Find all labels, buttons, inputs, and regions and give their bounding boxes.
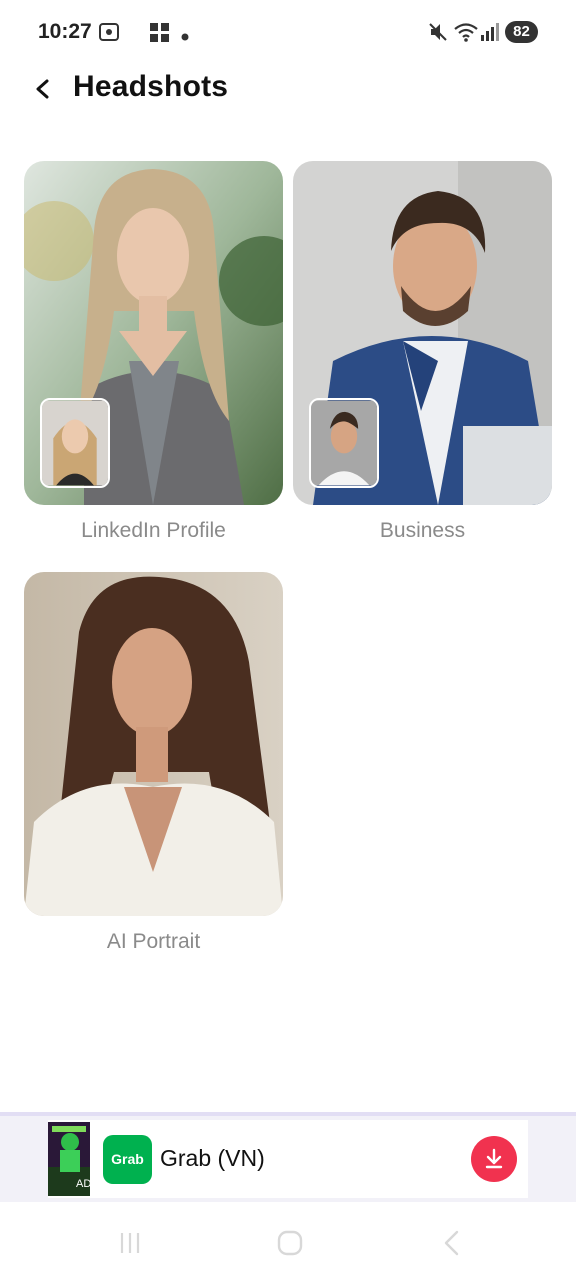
wifi-icon [453, 20, 479, 49]
ad-banner[interactable]: AD Grab Grab (VN) [0, 1112, 576, 1202]
reference-thumbnail [40, 398, 110, 488]
nav-back-button[interactable] [437, 1228, 467, 1258]
style-label: Business [379, 519, 466, 542]
download-icon [485, 1148, 503, 1169]
reference-thumbnail [309, 398, 379, 488]
style-preview-image[interactable] [293, 161, 552, 505]
style-label: AI Portrait [106, 930, 201, 953]
back-icon [444, 1230, 459, 1256]
style-card-business[interactable]: Business [293, 161, 552, 543]
style-label: LinkedIn Profile [81, 519, 226, 542]
battery-icon: 82 [505, 21, 538, 43]
style-preview-image[interactable] [24, 572, 283, 916]
signal-icon [480, 20, 500, 49]
home-button[interactable] [275, 1228, 305, 1258]
ad-title[interactable]: Grab (VN) [160, 1145, 265, 1172]
mute-icon [428, 20, 448, 49]
home-icon [277, 1230, 303, 1256]
style-card-linkedin-profile[interactable]: LinkedIn Profile [24, 161, 283, 543]
ad-tag: AD [76, 1178, 92, 1190]
back-arrow-icon [36, 79, 49, 99]
system-nav-bar [0, 1202, 576, 1280]
recents-button[interactable] [115, 1228, 145, 1258]
grab-logo[interactable]: Grab [103, 1135, 152, 1184]
dot-icon [181, 28, 189, 46]
status-time: 10:27 [38, 20, 92, 43]
style-preview-image[interactable] [24, 161, 283, 505]
recents-icon [120, 1233, 140, 1253]
style-card-ai-portrait[interactable]: AI Portrait [24, 572, 283, 954]
page-title: Headshots [73, 70, 229, 103]
ad-content[interactable]: AD Grab Grab (VN) [48, 1120, 528, 1198]
ad-download-button[interactable] [471, 1136, 517, 1182]
app-grid-icon [149, 20, 171, 49]
status-bar: 10:27 82 [0, 0, 576, 64]
screenshot-icon [98, 20, 120, 49]
back-button[interactable] [26, 72, 60, 106]
